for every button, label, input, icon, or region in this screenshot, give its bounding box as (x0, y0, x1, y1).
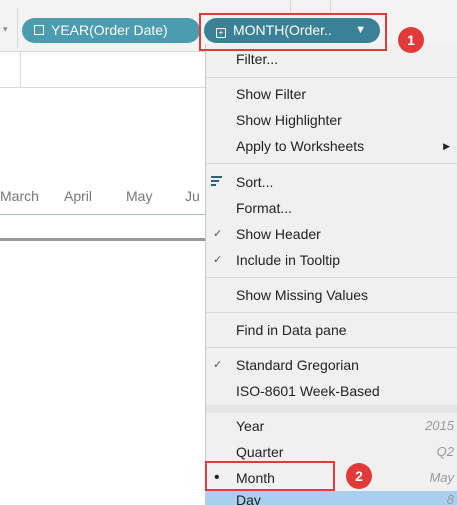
menu-separator (206, 277, 457, 278)
view-header-divider (20, 52, 21, 88)
checkmark-icon: ✓ (213, 228, 223, 240)
menu-item-year[interactable]: Year 2015 (206, 414, 457, 438)
shelf-caret-icon[interactable]: ▾ (3, 24, 8, 35)
menu-item-find-in-data-pane[interactable]: Find in Data pane (206, 318, 457, 342)
checkmark-icon: ✓ (213, 254, 223, 266)
menu-item-day[interactable]: Day 8 (206, 491, 457, 505)
menu-separator (206, 163, 457, 164)
shelf-divider (290, 0, 291, 14)
menu-item-show-filter[interactable]: Show Filter (206, 82, 457, 106)
menu-item-sort[interactable]: Sort... (206, 170, 457, 194)
menu-item-standard-gregorian[interactable]: ✓ Standard Gregorian (206, 353, 457, 377)
menu-separator (206, 77, 457, 78)
menu-separator (206, 312, 457, 313)
menu-item-apply-to-worksheets[interactable]: Apply to Worksheets ▶ (206, 134, 457, 158)
menu-scroll-gap (206, 405, 457, 413)
menu-item-show-missing-values[interactable]: Show Missing Values (206, 283, 457, 307)
axis-line (0, 214, 205, 215)
axis-label-march: March (0, 188, 39, 204)
highlight-box-2 (205, 461, 335, 491)
step-badge-1: 1 (398, 27, 424, 53)
year-value: 2015 (425, 418, 454, 433)
highlight-box-1 (199, 13, 387, 51)
menu-separator (206, 347, 457, 348)
checkmark-icon: ✓ (213, 359, 223, 371)
year-order-date-pill[interactable]: YEAR(Order Date) (22, 18, 200, 43)
month-value: May (429, 470, 454, 485)
pill-year-label: YEAR(Order Date) (51, 22, 168, 38)
axis-label-april: April (64, 188, 93, 204)
day-value: 8 (446, 492, 454, 505)
menu-item-include-in-tooltip[interactable]: ✓ Include in Tooltip (206, 248, 457, 272)
menu-item-iso-week-based[interactable]: ISO-8601 Week-Based (206, 379, 457, 403)
shelf-divider (330, 0, 331, 14)
collapse-icon[interactable] (34, 25, 44, 35)
menu-item-show-highlighter[interactable]: Show Highlighter (206, 108, 457, 132)
pill-context-menu: Filter... Show Filter Show Highlighter A… (205, 44, 457, 505)
quarter-value: Q2 (436, 444, 454, 459)
menu-item-show-header[interactable]: ✓ Show Header (206, 222, 457, 246)
view-bottom-border (0, 238, 205, 241)
submenu-arrow-icon: ▶ (443, 141, 450, 151)
shelf-divider (17, 8, 18, 48)
sort-icon (211, 176, 222, 186)
step-badge-2: 2 (346, 463, 372, 489)
view-header-row (0, 52, 205, 88)
axis-label-may: May (126, 188, 153, 204)
menu-item-format[interactable]: Format... (206, 196, 457, 220)
axis-label-june: Ju (185, 188, 200, 204)
